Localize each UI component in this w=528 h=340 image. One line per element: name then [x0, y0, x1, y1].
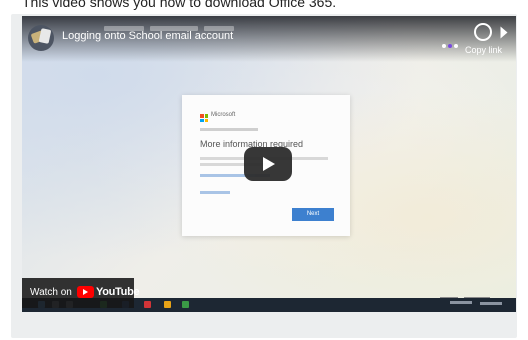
video-caption: This video shows you how to download Off… [22, 0, 337, 10]
watch-on-label: Watch on [30, 287, 72, 298]
youtube-wordmark: YouTube [96, 286, 140, 298]
copy-link-label[interactable]: Copy link [465, 45, 502, 55]
microsoft-brand-label: Microsoft [211, 112, 236, 118]
browser-tabs-strip [104, 18, 244, 31]
app-icon [182, 301, 189, 308]
video-title[interactable]: Logging onto School email account [62, 30, 233, 42]
system-tray [450, 301, 472, 304]
browser-extension-icons [442, 35, 462, 48]
app-icon [144, 301, 151, 308]
account-email-line [200, 128, 258, 131]
dialog-link [200, 191, 230, 194]
play-button[interactable] [244, 147, 292, 181]
channel-avatar[interactable] [28, 25, 54, 51]
chrome-icon [164, 301, 171, 308]
share-icon[interactable] [498, 27, 508, 37]
page-footer-links [440, 286, 496, 299]
watch-on-youtube-button[interactable]: Watch on YouTube [22, 278, 140, 308]
taskbar-clock [480, 302, 502, 305]
youtube-video-embed[interactable]: Microsoft More information required Next… [22, 16, 516, 312]
next-button: Next [292, 208, 334, 221]
youtube-play-icon [77, 286, 94, 298]
microsoft-logo-icon [200, 114, 208, 122]
watch-later-icon[interactable] [474, 23, 492, 41]
